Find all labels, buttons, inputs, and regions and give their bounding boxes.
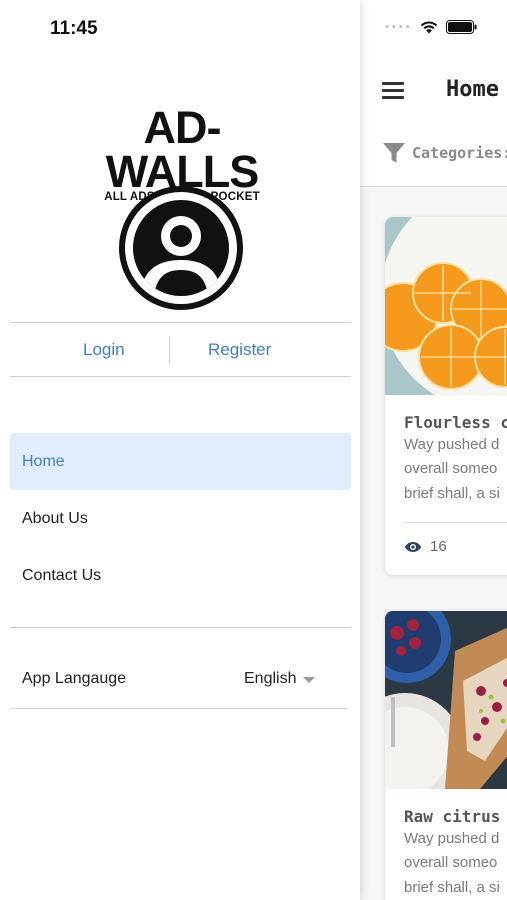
eye-icon (404, 541, 422, 552)
navigation-drawer: 11:45 AD-WALLS ALL ADS IN YOUR POCKET Lo… (0, 0, 360, 900)
card-excerpt-line: brief shall, a si (404, 485, 500, 502)
status-icons: •••• (384, 20, 478, 34)
section-divider (10, 627, 351, 628)
views-value: 16 (430, 538, 447, 555)
categories-filter[interactable]: Categories: (382, 142, 507, 164)
user-avatar-icon (119, 186, 243, 310)
card-excerpt-line: brief shall, a si (404, 879, 500, 896)
card-image-oranges (385, 217, 507, 395)
drawer-nav: Home About Us Contact Us (10, 433, 351, 604)
card-excerpt-line: overall someo (404, 460, 498, 477)
nav-item-contact-us[interactable]: Contact Us (10, 547, 351, 604)
page-title: Home (446, 77, 499, 102)
post-card[interactable]: Flourless c Way pushed d overall someo b… (385, 217, 507, 575)
card-excerpt-line: Way pushed d (404, 436, 500, 453)
logo-main-text: AD-WALLS (105, 102, 259, 197)
login-button[interactable]: Login (83, 323, 125, 376)
views-count: 16 (404, 538, 447, 555)
nav-item-about-us[interactable]: About Us (10, 490, 351, 547)
status-time: 11:45 (50, 18, 98, 39)
language-value: English (244, 670, 297, 687)
caret-down-icon (303, 677, 316, 683)
card-excerpt-line: Way pushed d (404, 830, 500, 847)
auth-row: Login Register (10, 322, 351, 377)
nav-item-home[interactable]: Home (10, 433, 351, 490)
card-title: Flourless c (404, 413, 507, 432)
language-setting-row: App Langauge English (10, 650, 348, 709)
card-excerpt-line: overall someo (404, 854, 498, 871)
categories-label: Categories: (412, 144, 507, 162)
battery-icon (445, 20, 477, 34)
main-app-screen: •••• Home Categories: Flourless c Way pu… (360, 0, 507, 900)
card-image-dessert (385, 611, 507, 789)
register-button[interactable]: Register (208, 323, 271, 376)
post-card[interactable]: Raw citrus Way pushed d overall someo br… (385, 611, 507, 900)
card-divider (404, 522, 507, 523)
language-label: App Langauge (22, 670, 127, 687)
filter-icon (383, 143, 405, 163)
status-bar: •••• (360, 0, 507, 60)
signal-icon: •••• (384, 21, 412, 33)
auth-separator (169, 336, 170, 364)
language-dropdown[interactable]: English (244, 670, 316, 688)
card-title: Raw citrus (404, 807, 501, 826)
wifi-icon (420, 20, 437, 33)
app-bar: Home Categories: (360, 60, 507, 187)
menu-icon[interactable] (382, 82, 404, 99)
